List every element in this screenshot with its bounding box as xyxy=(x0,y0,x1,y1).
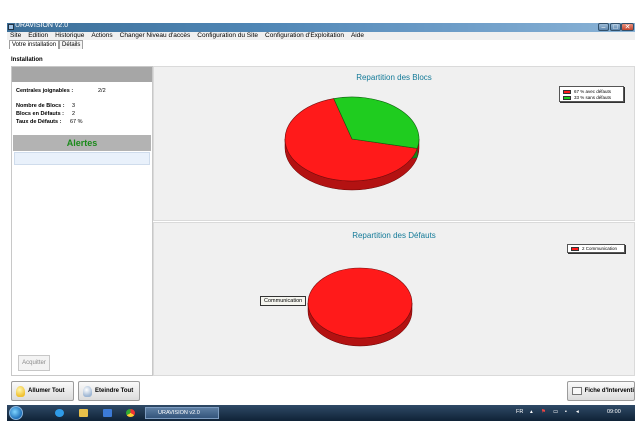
allumer-tout-button[interactable]: Allumer Tout xyxy=(11,381,74,401)
taux-defauts-label: Taux de Défauts : xyxy=(16,119,62,125)
menu-item-edition[interactable]: Edition xyxy=(28,32,48,40)
menu-bar: Site Edition Historique Actions Changer … xyxy=(7,32,635,40)
folder-icon[interactable] xyxy=(79,409,88,417)
pie-tooltip: Communication xyxy=(260,296,307,306)
legend-swatch-red xyxy=(571,246,579,251)
volume-icon[interactable]: ◂ xyxy=(576,409,579,415)
installation-label: Installation xyxy=(11,57,43,63)
legend-item-avec-defauts: 67 % avec défauts xyxy=(563,89,611,94)
menu-item-site[interactable]: Site xyxy=(10,32,21,40)
menu-item-historique[interactable]: Historique xyxy=(55,32,84,40)
centrales-value: 2/2 xyxy=(98,88,106,94)
media-player-icon[interactable] xyxy=(103,409,112,417)
tab-details[interactable]: Détails xyxy=(59,40,84,49)
nb-blocs-label: Nombre de Blocs : xyxy=(16,103,65,109)
application-window: URAVISION v2.0 – □ ✕ Site Edition Histor… xyxy=(0,0,635,434)
flag-icon[interactable]: ⚑ xyxy=(541,409,546,415)
chrome-icon[interactable] xyxy=(126,409,135,417)
language-indicator[interactable]: FR xyxy=(516,409,523,415)
network-icon[interactable]: ▭ xyxy=(553,409,558,415)
chart-panel-defauts: Repartition des Défauts 2 Communication xyxy=(153,222,635,376)
legend-item-sans-defauts: 33 % sans défauts xyxy=(563,95,611,100)
tray-arrow-icon[interactable]: ▴ xyxy=(530,409,533,415)
pie-chart-defauts xyxy=(307,267,413,347)
tab-bar: Votre installation Détails xyxy=(9,40,84,49)
alertes-header: Alertes xyxy=(13,135,151,151)
nb-blocs-value: 3 xyxy=(72,103,76,109)
menu-item-configuration-exploitation[interactable]: Configuration d'Exploitation xyxy=(265,32,344,40)
left-panel: Centrales joignables : 2/2 Nombre de Blo… xyxy=(11,66,153,376)
app-icon xyxy=(8,24,14,30)
menu-item-changer-niveau[interactable]: Changer Niveau d'accès xyxy=(120,32,191,40)
taux-defauts-value: 67 % xyxy=(70,119,83,125)
taskbar: URAVISION v2.0 FR ▴ ⚑ ▭ ▪ ◂ 09:00 xyxy=(7,405,635,421)
title-bar[interactable]: URAVISION v2.0 – □ ✕ xyxy=(7,22,635,32)
menu-item-actions[interactable]: Actions xyxy=(91,32,112,40)
legend-swatch-red xyxy=(563,89,571,94)
blocs-defauts-label: Blocs en Défauts : xyxy=(16,111,64,117)
pie-defauts-slice-0[interactable] xyxy=(307,267,413,339)
close-icon: ✕ xyxy=(624,24,631,31)
tab-votre-installation[interactable]: Votre installation xyxy=(9,40,60,49)
fiche-intervention-label: Fiche d'Interventi xyxy=(584,388,634,394)
allumer-tout-label: Allumer Tout xyxy=(28,388,65,394)
fiche-intervention-button[interactable]: Fiche d'Interventi xyxy=(567,381,635,401)
maximize-icon: □ xyxy=(613,24,618,31)
acquitter-button[interactable]: Acquitter xyxy=(18,355,50,371)
document-icon xyxy=(572,387,582,395)
close-button[interactable]: ✕ xyxy=(621,23,634,31)
chart-panel-blocs: Repartition des Blocs 67 % avec défauts … xyxy=(153,66,635,221)
alert-list[interactable] xyxy=(14,152,150,165)
eteindre-tout-button[interactable]: Eteindre Tout xyxy=(78,381,140,401)
legend-defauts: 2 Communication xyxy=(567,244,625,253)
ie-icon[interactable] xyxy=(55,409,64,417)
legend-item-communication: 2 Communication xyxy=(571,246,617,251)
menu-item-aide[interactable]: Aide xyxy=(351,32,364,40)
legend-swatch-green xyxy=(563,95,571,100)
blocs-defauts-value: 2 xyxy=(72,111,76,117)
legend-label-sans-defauts: 33 % sans défauts xyxy=(574,95,612,100)
minimize-button[interactable]: – xyxy=(598,23,609,31)
legend-blocs: 67 % avec défauts 33 % sans défauts xyxy=(559,86,624,102)
minimize-icon: – xyxy=(601,24,606,31)
windows-start-icon[interactable] xyxy=(9,406,23,420)
power-icon[interactable]: ▪ xyxy=(565,409,567,415)
eteindre-tout-label: Eteindre Tout xyxy=(95,388,134,394)
left-panel-header xyxy=(12,67,152,82)
menu-item-configuration-site[interactable]: Configuration du Site xyxy=(197,32,258,40)
taskbar-uravision-task[interactable]: URAVISION v2.0 xyxy=(145,407,219,419)
maximize-button[interactable]: □ xyxy=(610,23,621,31)
bulb-on-icon xyxy=(16,385,25,397)
window-title: URAVISION v2.0 xyxy=(15,22,69,29)
bulb-off-icon xyxy=(83,385,92,397)
legend-label-communication: 2 Communication xyxy=(582,246,618,251)
legend-label-avec-defauts: 67 % avec défauts xyxy=(574,89,612,94)
centrales-label: Centrales joignables : xyxy=(16,88,74,94)
clock: 09:00 xyxy=(607,409,621,415)
